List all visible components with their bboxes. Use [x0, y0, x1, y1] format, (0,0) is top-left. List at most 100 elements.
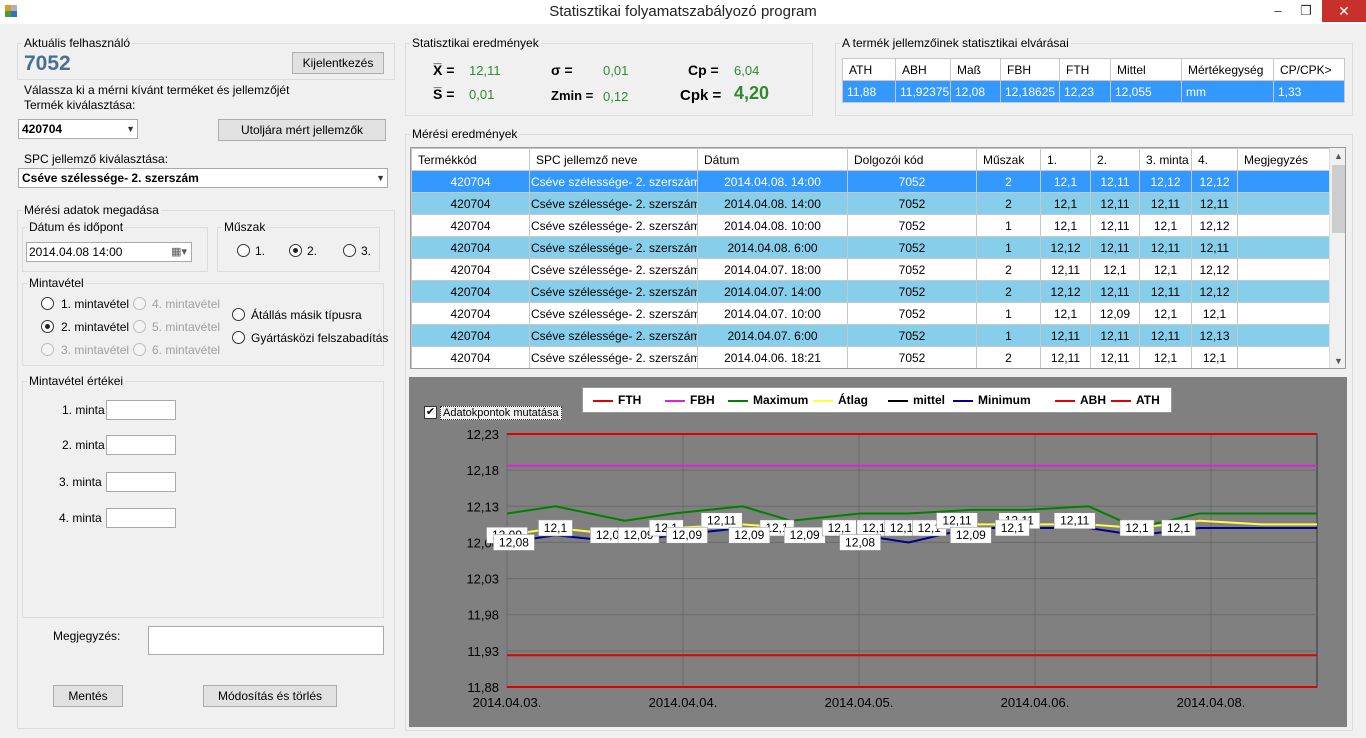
product-select[interactable]: 420704 ▼ — [18, 119, 138, 139]
table-cell[interactable]: 2 — [976, 346, 1041, 368]
expectations-cell[interactable]: 11,88 — [842, 80, 896, 103]
table-cell[interactable] — [1237, 192, 1331, 215]
sampling-radio-4[interactable] — [133, 297, 146, 310]
sampling-radio-5[interactable] — [133, 320, 146, 333]
table-cell[interactable]: 12,12 — [1191, 280, 1238, 303]
table-cell[interactable]: 12,1 — [1040, 214, 1091, 237]
table-row[interactable]: 420704 Cséve szélessége- 2. szerszám 2014.… — [411, 214, 1331, 237]
scroll-down-icon[interactable]: ▼ — [1330, 353, 1345, 368]
table-cell[interactable] — [1237, 346, 1331, 368]
switch-type-radio[interactable] — [232, 308, 245, 321]
table-cell[interactable]: Cséve szélessége- 2. szerszám — [529, 258, 698, 281]
expectations-cell[interactable]: 12,18625 — [1000, 80, 1060, 103]
table-cell[interactable]: 7052 — [847, 346, 977, 368]
table-cell[interactable]: 12,1 — [1191, 346, 1238, 368]
table-cell[interactable] — [1237, 280, 1331, 303]
table-cell[interactable]: 12,11 — [1040, 346, 1091, 368]
table-cell[interactable]: 12,12 — [1191, 214, 1238, 237]
table-cell[interactable]: 2014.04.07. 6:00 — [697, 324, 848, 347]
save-button[interactable]: Mentés — [53, 685, 123, 707]
table-cell[interactable]: 420704 — [411, 192, 530, 215]
table-cell[interactable]: 12,11 — [1090, 324, 1140, 347]
table-cell[interactable]: 2014.04.08. 6:00 — [697, 236, 848, 259]
table-row[interactable]: 420704 Cséve szélessége- 2. szerszám 2014.… — [411, 346, 1331, 368]
table-cell[interactable]: 420704 — [411, 236, 530, 259]
results-header-9[interactable]: Megjegyzés — [1237, 148, 1331, 171]
table-cell[interactable]: 12,12 — [1139, 170, 1192, 193]
table-cell[interactable]: Cséve szélessége- 2. szerszám — [529, 214, 698, 237]
table-cell[interactable]: 2014.04.07. 14:00 — [697, 280, 848, 303]
table-row[interactable]: 420704 Cséve szélessége- 2. szerszám 2014.… — [411, 236, 1331, 259]
table-row[interactable]: 420704 Cséve szélessége- 2. szerszám 2014.… — [411, 192, 1331, 215]
table-cell[interactable]: 7052 — [847, 258, 977, 281]
sample-2-input[interactable] — [106, 435, 176, 455]
results-header-0[interactable]: Termékkód — [411, 148, 530, 171]
table-cell[interactable]: 12,12 — [1191, 258, 1238, 281]
table-cell[interactable] — [1237, 170, 1331, 193]
results-scrollbar[interactable]: ▲ ▼ — [1329, 148, 1345, 368]
shift-radio-2[interactable] — [289, 244, 302, 257]
table-cell[interactable]: 7052 — [847, 302, 977, 325]
table-cell[interactable] — [1237, 302, 1331, 325]
expectations-header[interactable]: FBH — [1000, 58, 1060, 81]
table-cell[interactable]: 420704 — [411, 170, 530, 193]
table-cell[interactable]: 12,1 — [1040, 170, 1091, 193]
table-cell[interactable]: 420704 — [411, 346, 530, 368]
table-cell[interactable]: 12,1 — [1139, 258, 1192, 281]
results-header-5[interactable]: 1. — [1040, 148, 1091, 171]
expectations-cell[interactable]: 12,23 — [1059, 80, 1111, 103]
table-cell[interactable]: 7052 — [847, 214, 977, 237]
table-cell[interactable]: 12,13 — [1191, 324, 1238, 347]
table-cell[interactable]: 2014.04.08. 10:00 — [697, 214, 848, 237]
shift-radio-3[interactable] — [343, 244, 356, 257]
table-cell[interactable]: 12,11 — [1090, 346, 1140, 368]
sample-1-input[interactable] — [106, 400, 176, 420]
table-row[interactable]: 420704 Cséve szélessége- 2. szerszám 2014.… — [411, 324, 1331, 347]
table-cell[interactable]: 12,09 — [1090, 302, 1140, 325]
table-cell[interactable]: 2 — [976, 258, 1041, 281]
table-cell[interactable]: 2 — [976, 280, 1041, 303]
table-cell[interactable]: 420704 — [411, 258, 530, 281]
table-row[interactable]: 420704 Cséve szélessége- 2. szerszám 2014.… — [411, 302, 1331, 325]
table-cell[interactable]: Cséve szélessége- 2. szerszám — [529, 236, 698, 259]
results-header-4[interactable]: Műszak — [976, 148, 1041, 171]
table-cell[interactable]: 420704 — [411, 280, 530, 303]
table-cell[interactable] — [1237, 258, 1331, 281]
sampling-radio-2[interactable] — [41, 320, 54, 333]
results-header-1[interactable]: SPC jellemző neve — [529, 148, 698, 171]
note-input[interactable] — [148, 626, 384, 655]
table-cell[interactable] — [1237, 324, 1331, 347]
table-cell[interactable]: 12,1 — [1040, 192, 1091, 215]
scroll-up-icon[interactable]: ▲ — [1330, 148, 1345, 164]
table-cell[interactable]: 420704 — [411, 302, 530, 325]
table-cell[interactable]: 420704 — [411, 214, 530, 237]
table-row[interactable]: 420704 Cséve szélessége- 2. szerszám 2014.… — [411, 170, 1331, 193]
sample-3-input[interactable] — [106, 472, 176, 492]
sample-4-input[interactable] — [106, 508, 176, 528]
shift-radio-1[interactable] — [237, 244, 250, 257]
table-cell[interactable]: 12,11 — [1139, 280, 1192, 303]
expectations-cell[interactable]: 1,33 — [1273, 80, 1345, 103]
table-cell[interactable]: 7052 — [847, 324, 977, 347]
table-cell[interactable]: 12,12 — [1040, 280, 1091, 303]
spc-select[interactable]: Cséve szélessége- 2. szerszám ▼ — [18, 168, 388, 188]
table-row[interactable]: 420704 Cséve szélessége- 2. szerszám 2014.… — [411, 258, 1331, 281]
table-cell[interactable]: Cséve szélessége- 2. szerszám — [529, 346, 698, 368]
table-cell[interactable] — [1237, 236, 1331, 259]
table-cell[interactable]: 12,1 — [1139, 346, 1192, 368]
release-radio[interactable] — [232, 331, 245, 344]
logout-button[interactable]: Kijelentkezés — [292, 52, 384, 74]
table-cell[interactable]: 12,11 — [1090, 170, 1140, 193]
table-cell[interactable]: Cséve szélessége- 2. szerszám — [529, 170, 698, 193]
table-cell[interactable]: 420704 — [411, 324, 530, 347]
expectations-header[interactable]: Mértékegység — [1181, 58, 1274, 81]
results-header-3[interactable]: Dolgozói kód — [847, 148, 977, 171]
table-cell[interactable]: Cséve szélessége- 2. szerszám — [529, 280, 698, 303]
table-cell[interactable]: 12,11 — [1090, 236, 1140, 259]
sampling-radio-3[interactable] — [41, 343, 54, 356]
table-cell[interactable]: 12,11 — [1191, 192, 1238, 215]
table-cell[interactable]: 12,12 — [1040, 236, 1091, 259]
table-cell[interactable]: 2014.04.08. 14:00 — [697, 170, 848, 193]
datetime-picker[interactable]: 2014.04.08 14:00 ▦▾ — [26, 242, 192, 262]
scroll-thumb[interactable] — [1332, 165, 1345, 233]
